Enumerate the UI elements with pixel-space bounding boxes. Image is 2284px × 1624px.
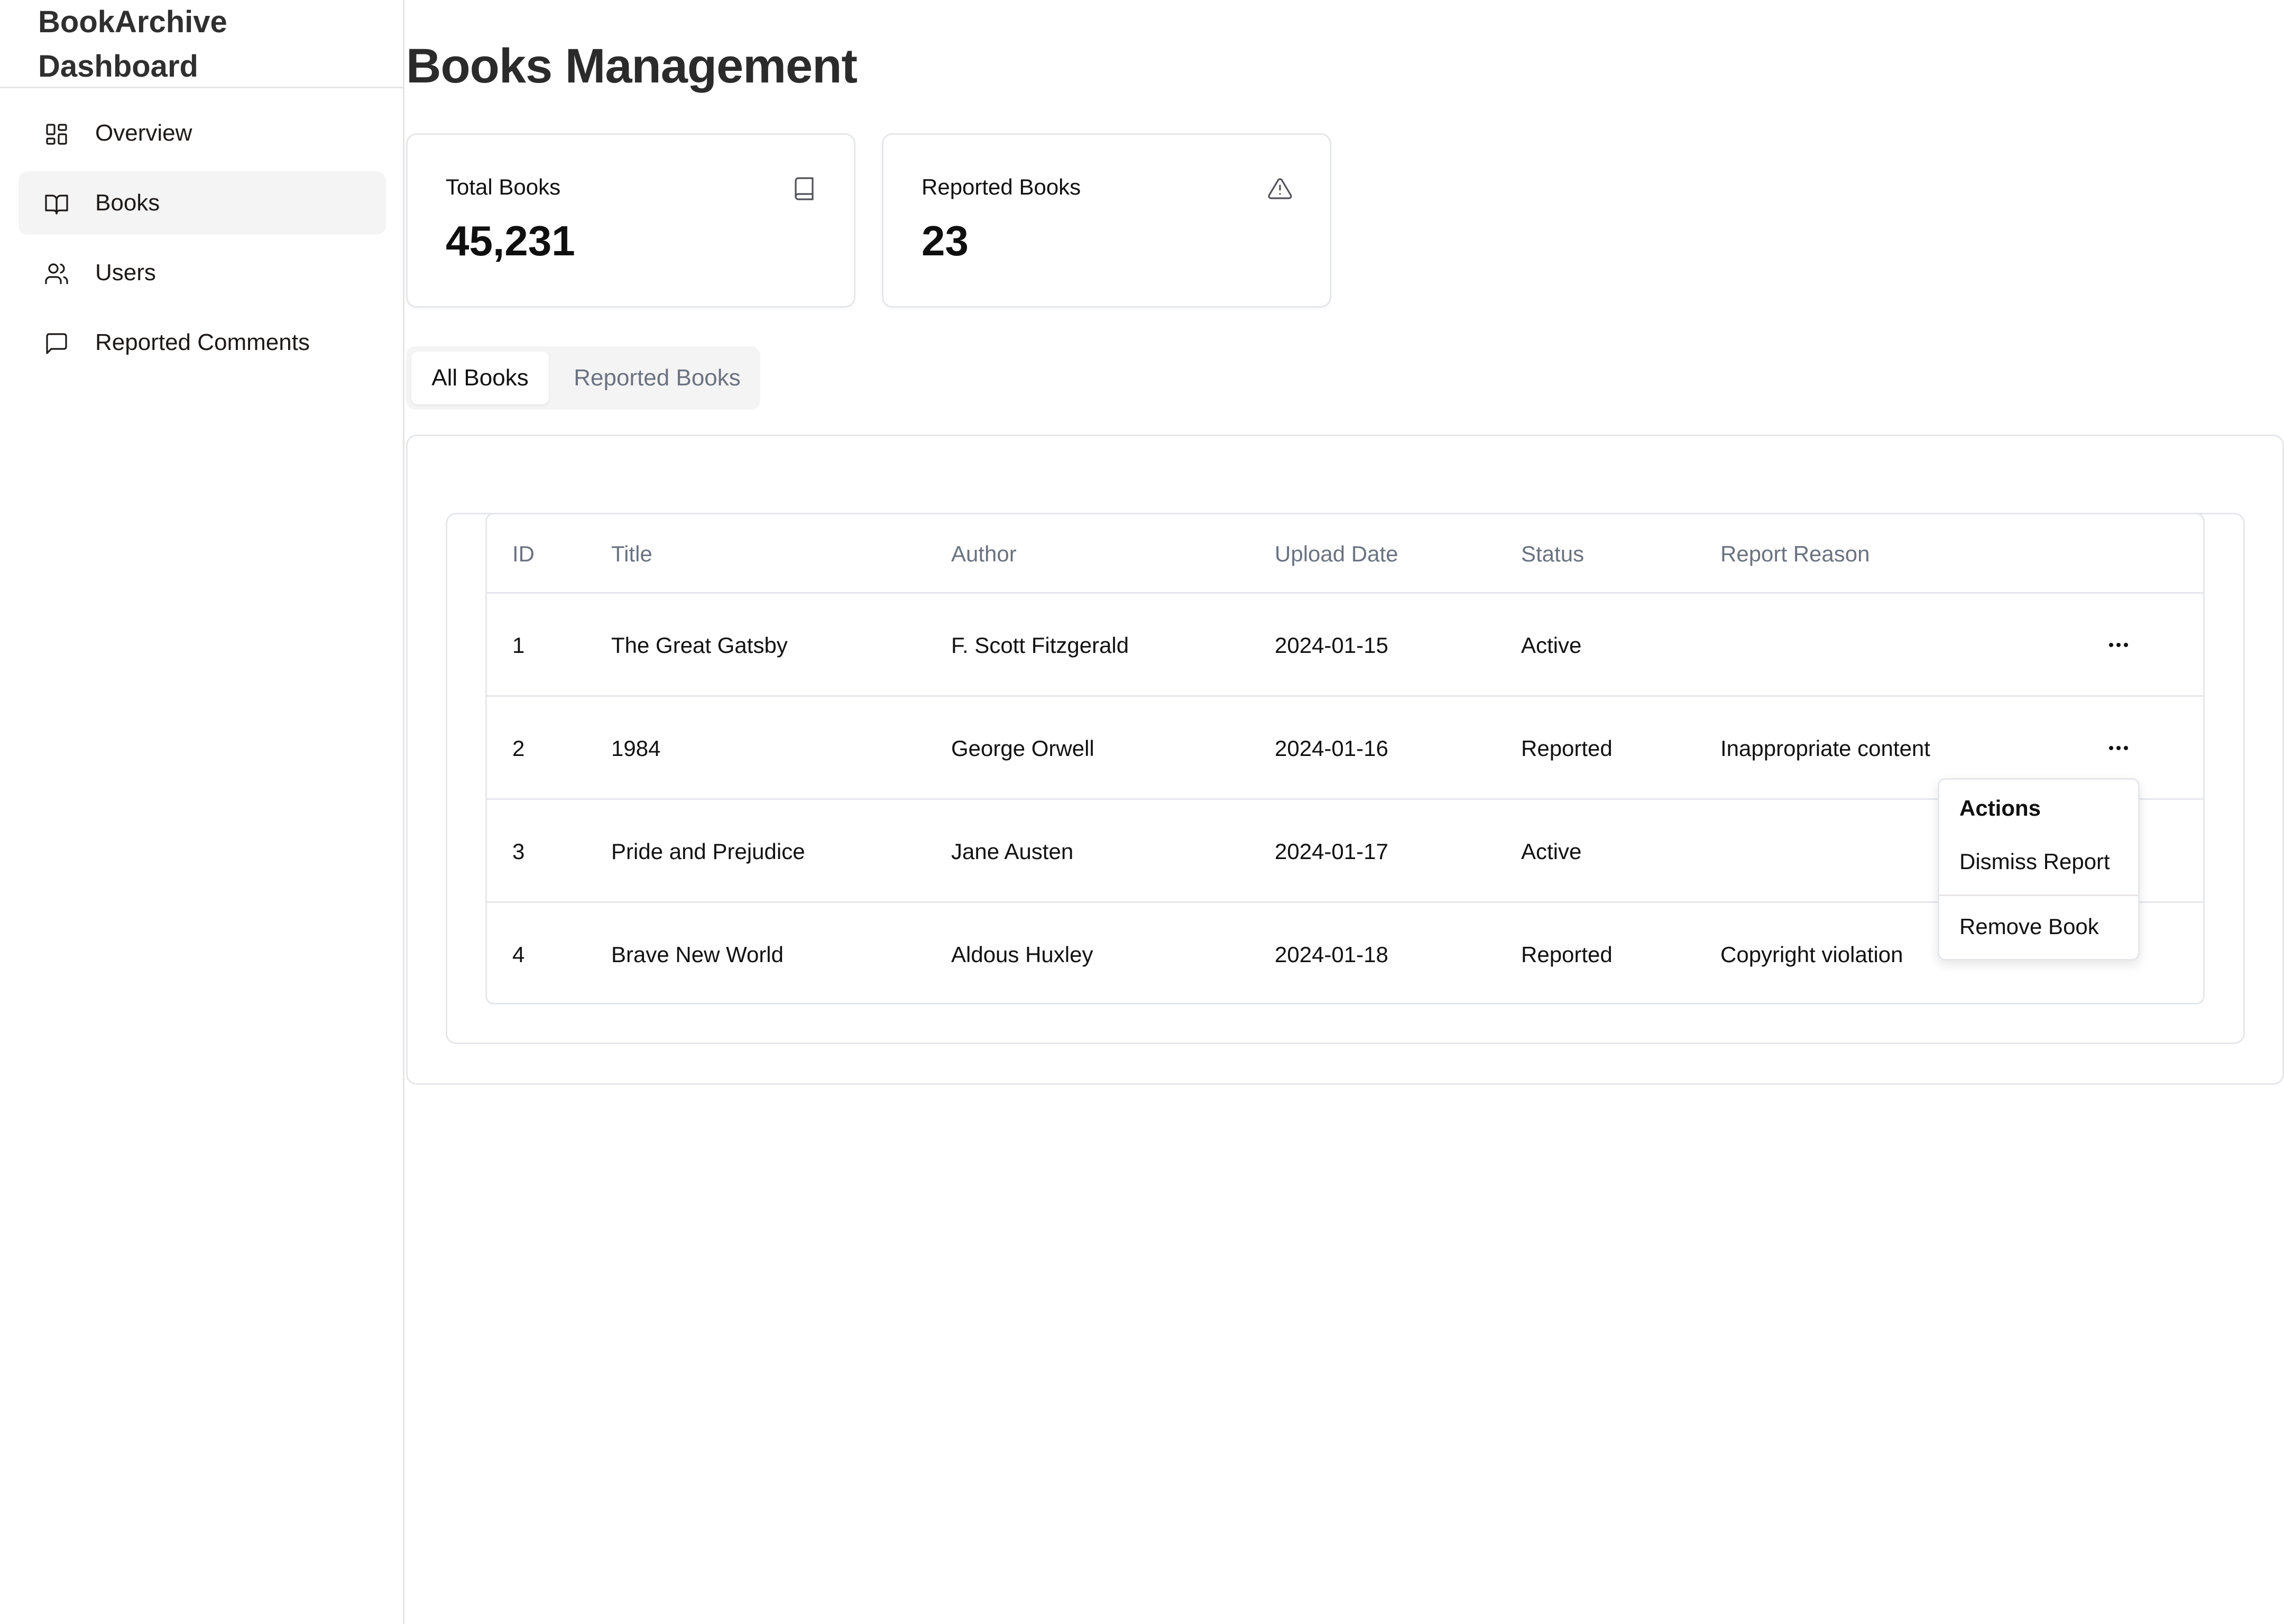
- cell-status: Active: [1521, 633, 1582, 658]
- cell-upload-date: 2024-01-17: [1275, 839, 1388, 864]
- cell-author: George Orwell: [951, 736, 1094, 761]
- layout-dashboard-icon: [46, 124, 67, 145]
- page-title: Books Management: [406, 39, 858, 93]
- sidebar-item-overview[interactable]: Overview: [19, 102, 386, 165]
- cell-title: Pride and Prejudice: [611, 839, 805, 864]
- stat-card-total-books: Total Books 45,231: [406, 133, 855, 308]
- cell-upload-date: 2024-01-15: [1275, 633, 1388, 658]
- alert-triangle-icon: [1268, 178, 1292, 199]
- sidebar-item-label: Books: [95, 190, 160, 216]
- cell-status: Reported: [1521, 736, 1613, 761]
- sidebar-item-label: Overview: [95, 120, 192, 146]
- book-icon: [795, 177, 814, 200]
- header-author: Author: [951, 541, 1017, 566]
- table-row: 1 The Great Gatsby F. Scott Fitzgerald 2…: [487, 594, 2203, 697]
- table-header-row: ID Title Author Upload Date Status Repor…: [487, 514, 2203, 594]
- stat-card-reported-books: Reported Books 23: [882, 133, 1331, 308]
- sidebar-item-label: Reported Comments: [95, 329, 310, 355]
- cell-author: Jane Austen: [951, 839, 1074, 864]
- cell-title: The Great Gatsby: [611, 633, 788, 658]
- actions-dropdown: Actions Dismiss Report Remove Book: [1938, 778, 2140, 961]
- stat-label: Total Books: [446, 174, 561, 199]
- tab-all-books[interactable]: All Books: [411, 352, 549, 404]
- cell-author: Aldous Huxley: [951, 942, 1093, 967]
- stat-value: 23: [922, 217, 969, 264]
- cell-status: Reported: [1521, 942, 1613, 967]
- cell-author: F. Scott Fitzgerald: [951, 633, 1129, 658]
- cell-report-reason: Copyright violation: [1720, 942, 1903, 967]
- header-title: Title: [611, 541, 652, 566]
- header-status: Status: [1521, 541, 1585, 566]
- sidebar-item-label: Users: [95, 260, 156, 285]
- cell-title: Brave New World: [611, 942, 784, 967]
- cell-id: 2: [512, 736, 525, 761]
- cell-status: Active: [1521, 839, 1582, 864]
- header-upload-date: Upload Date: [1275, 541, 1398, 566]
- stat-value: 45,231: [446, 217, 575, 264]
- cell-upload-date: 2024-01-16: [1275, 736, 1388, 761]
- sidebar-item-books[interactable]: Books: [19, 171, 386, 235]
- cell-id: 1: [512, 633, 525, 658]
- header-report-reason: Report Reason: [1720, 541, 1870, 566]
- message-square-icon: [46, 333, 67, 354]
- sidebar-item-reported-comments[interactable]: Reported Comments: [19, 311, 386, 374]
- sidebar-item-users[interactable]: Users: [19, 241, 386, 304]
- users-icon: [45, 263, 68, 284]
- brand-line-1: BookArchive: [38, 5, 227, 39]
- dropdown-title: Actions: [1959, 796, 2041, 820]
- brand-line-2: Dashboard: [38, 49, 198, 84]
- cell-upload-date: 2024-01-18: [1275, 942, 1388, 967]
- more-horizontal-icon[interactable]: [2103, 735, 2134, 761]
- cell-report-reason: Inappropriate content: [1720, 736, 1930, 761]
- tab-reported-books[interactable]: Reported Books: [559, 352, 755, 404]
- tabs: All Books Reported Books: [406, 346, 760, 410]
- header-id: ID: [512, 541, 535, 566]
- sidebar: BookArchive Dashboard Overview Books Use…: [0, 0, 404, 1624]
- cell-title: 1984: [611, 736, 661, 761]
- more-horizontal-icon[interactable]: [2103, 632, 2134, 658]
- sidebar-divider: [0, 87, 403, 88]
- cell-id: 3: [512, 839, 525, 864]
- cell-id: 4: [512, 942, 525, 967]
- remove-book-item[interactable]: Remove Book: [1946, 903, 2132, 951]
- brand-title: BookArchive Dashboard: [38, 0, 376, 89]
- book-open-icon: [45, 195, 68, 215]
- dismiss-report-item[interactable]: Dismiss Report: [1946, 838, 2132, 885]
- dropdown-divider: [1939, 894, 2138, 896]
- stat-label: Reported Books: [922, 174, 1081, 199]
